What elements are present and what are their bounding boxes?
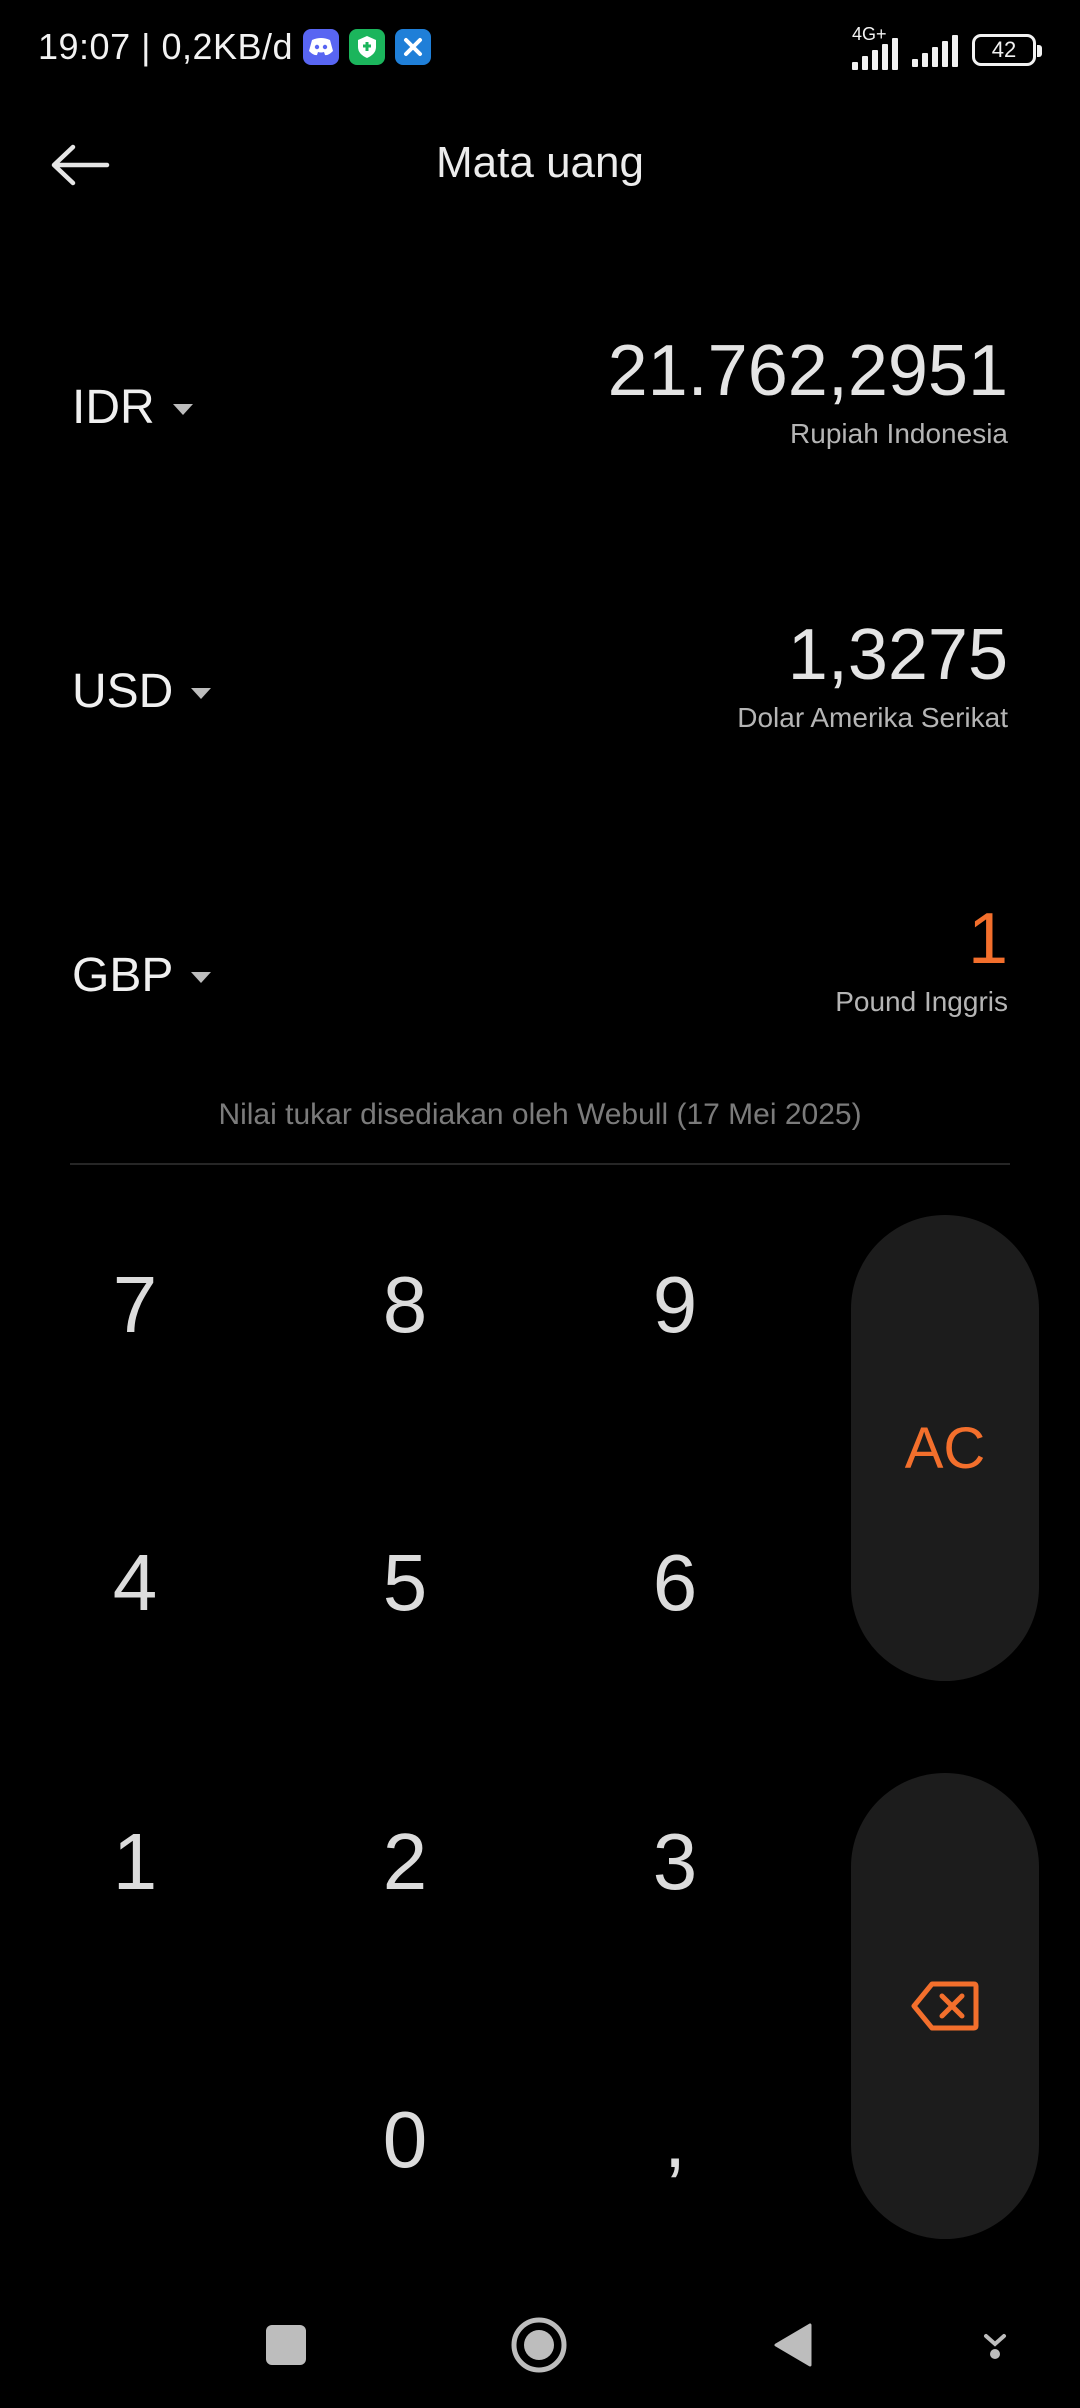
key-5[interactable]: 5 (305, 1503, 505, 1663)
network-type: 4G+ (852, 24, 887, 44)
key-7[interactable]: 7 (35, 1225, 235, 1385)
key-8[interactable]: 8 (305, 1225, 505, 1385)
currency-row-usd[interactable]: USD 1,3275 Dolar Amerika Serikat (0, 614, 1080, 794)
home-button[interactable] (499, 2300, 579, 2390)
time-and-speed: 19:07 | 0,2KB/d (38, 26, 294, 67)
currency-selector[interactable]: IDR (72, 380, 193, 435)
currency-row-gbp[interactable]: GBP 1 Pound Inggris (0, 898, 1080, 1078)
clear-label: AC (904, 1415, 986, 1481)
divider (70, 1163, 1010, 1165)
currency-amount: 1,3275 (787, 615, 1008, 695)
backspace-icon (911, 1981, 979, 2031)
system-nav-bar (0, 2300, 1080, 2390)
currency-name: Dolar Amerika Serikat (737, 702, 1008, 733)
x-app-icon (395, 29, 432, 65)
key-1[interactable]: 1 (35, 1782, 235, 1942)
caret-down-icon (191, 972, 212, 983)
key-2[interactable]: 2 (305, 1782, 505, 1942)
currency-name: Pound Inggris (835, 986, 1008, 1017)
key-6[interactable]: 6 (575, 1503, 775, 1663)
clear-button[interactable]: AC (851, 1215, 1039, 1681)
network-indicator: 4G+ (852, 24, 898, 70)
key-4[interactable]: 4 (35, 1503, 235, 1663)
currency-row-idr[interactable]: IDR 21.762,2951 Rupiah Indonesia (0, 330, 1080, 510)
home-circle-icon (511, 2317, 567, 2373)
back-nav-button[interactable] (752, 2300, 832, 2390)
key-0[interactable]: 0 (305, 2060, 505, 2220)
vpn-shield-icon (349, 29, 386, 65)
currency-code: USD (72, 665, 174, 718)
backspace-button[interactable] (851, 1773, 1039, 2239)
page-title: Mata uang (436, 138, 644, 187)
triangle-back-icon (774, 2323, 812, 2367)
app-header: Mata uang (0, 120, 1080, 210)
currency-selector[interactable]: GBP (72, 948, 212, 1003)
discord-icon (303, 29, 340, 65)
chevron-down-icon (984, 2334, 1006, 2359)
currency-amount: 21.762,2951 (607, 331, 1008, 411)
caret-down-icon (172, 404, 193, 415)
signal-icon (912, 33, 958, 67)
key-3[interactable]: 3 (575, 1782, 775, 1942)
recents-button[interactable] (246, 2300, 326, 2390)
currency-code: IDR (72, 381, 155, 434)
currency-selector[interactable]: USD (72, 664, 212, 719)
battery-icon: 42 (972, 34, 1042, 66)
square-icon (266, 2325, 306, 2365)
key-comma[interactable]: , (575, 2060, 775, 2220)
currency-name: Rupiah Indonesia (790, 418, 1008, 449)
currency-code: GBP (72, 949, 174, 1002)
currency-amount-active: 1 (967, 899, 1008, 979)
caret-down-icon (191, 688, 212, 699)
rate-provider-note: Nilai tukar disediakan oleh Webull (17 M… (218, 1098, 862, 1131)
status-bar: 19:07 | 0,2KB/d 4G+ 42 (0, 0, 1080, 100)
hide-nav-button[interactable] (965, 2300, 1025, 2390)
battery-level: 42 (991, 37, 1017, 62)
key-9[interactable]: 9 (575, 1225, 775, 1385)
